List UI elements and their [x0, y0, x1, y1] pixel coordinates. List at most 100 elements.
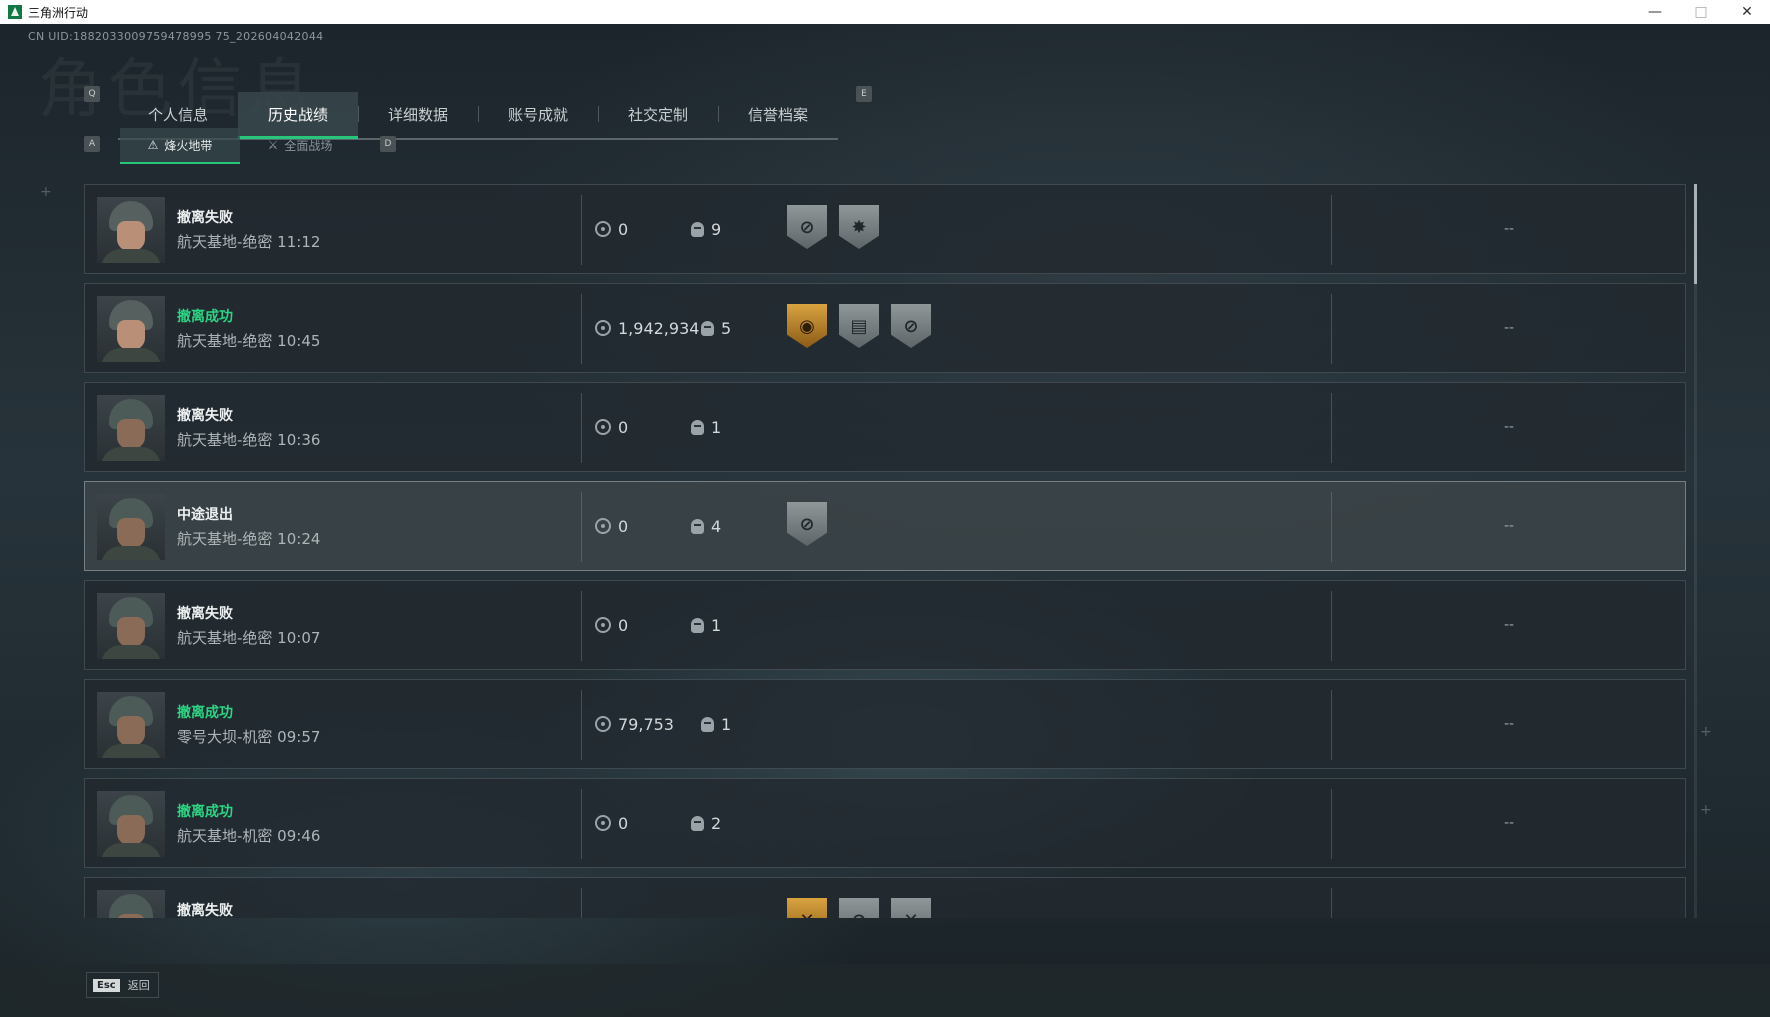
- crosshair-medal-icon[interactable]: ⊘: [787, 205, 827, 249]
- footer-bar: [0, 964, 1770, 1017]
- skull-icon: [691, 419, 704, 435]
- extracted-value: 0: [618, 615, 629, 635]
- operator-avatar: [97, 494, 165, 560]
- skull-icon: [701, 320, 714, 336]
- operator-avatar: [97, 791, 165, 857]
- minimize-button[interactable]: —: [1632, 0, 1678, 24]
- record-map-time: 航天基地-绝密 10:36: [177, 431, 321, 449]
- record-extra-value: --: [1503, 320, 1515, 336]
- prev-subtab-key[interactable]: A: [84, 136, 100, 152]
- card-medal-icon[interactable]: ▤: [839, 304, 879, 348]
- kill-count: 5: [721, 318, 732, 338]
- operator-avatar: [97, 296, 165, 362]
- skull-icon: [691, 518, 704, 534]
- mode-subtabs: ⚠ 烽火地带 ⚔ 全面战场: [120, 128, 360, 164]
- column-divider: [581, 294, 582, 364]
- match-record-row[interactable]: 撤离失败 航天基地-绝密 10:07 0 1 --: [84, 580, 1686, 670]
- kills-stat: 5: [701, 284, 731, 372]
- back-label: 返回: [127, 979, 150, 992]
- match-record-row[interactable]: 撤离失败 ✕ ⊘ ✕: [84, 877, 1686, 918]
- kill-count: 1: [711, 417, 722, 437]
- extracted-value: 0: [618, 516, 629, 536]
- skull-icon: [691, 815, 704, 831]
- record-status: 撤离失败: [177, 606, 233, 622]
- extracted-value-stat: 0: [595, 482, 628, 570]
- crosshair-medal-icon[interactable]: ⊘: [891, 304, 931, 348]
- record-status: 撤离失败: [177, 903, 233, 918]
- record-extra-value: --: [1503, 518, 1515, 534]
- medal-list: ◉ ▤ ⊘: [787, 304, 931, 348]
- prev-tab-key[interactable]: Q: [84, 86, 100, 102]
- coin-icon: [595, 815, 611, 831]
- maximize-button[interactable]: □: [1678, 0, 1724, 24]
- record-status: 撤离成功: [177, 705, 233, 721]
- kill-count: 9: [711, 219, 722, 239]
- operator-avatar: [97, 890, 165, 918]
- record-extra-value: --: [1503, 815, 1515, 831]
- coin-icon: [595, 419, 611, 435]
- column-divider: [581, 492, 582, 562]
- record-extra-value: --: [1503, 221, 1515, 237]
- record-status: 撤离成功: [177, 804, 233, 820]
- window-title: 三角洲行动: [28, 5, 89, 20]
- kills-stat: 4: [691, 482, 721, 570]
- record-map-time: 航天基地-绝密 10:24: [177, 530, 321, 548]
- esc-key-label: Esc: [93, 978, 120, 992]
- subtab-label: 全面战场: [284, 138, 333, 153]
- coin-icon: [595, 617, 611, 633]
- medal-list: ⊘ ✸: [787, 205, 879, 249]
- column-divider: [581, 393, 582, 463]
- kills-stat: 1: [691, 383, 721, 471]
- record-map-time: 航天基地-绝密 10:07: [177, 629, 321, 647]
- match-record-row[interactable]: 撤离成功 航天基地-机密 09:46 0 2 --: [84, 778, 1686, 868]
- list-scrollbar[interactable]: [1694, 184, 1697, 918]
- record-extra-value: --: [1503, 617, 1515, 633]
- back-button[interactable]: Esc 返回: [86, 972, 159, 998]
- match-record-row[interactable]: 中途退出航天基地-绝密 10:24 0 4 ⊘ --: [84, 481, 1686, 571]
- gold-coin-medal-icon[interactable]: ◉: [787, 304, 827, 348]
- column-divider: [581, 789, 582, 859]
- operator-avatar: [97, 197, 165, 263]
- kill-count: 4: [711, 516, 722, 536]
- extracted-value: 0: [618, 219, 629, 239]
- extracted-value-stat: 79,753: [595, 680, 674, 768]
- tab-achievements[interactable]: 账号成就: [478, 92, 598, 136]
- operations-mode-icon: ⚠: [147, 138, 159, 152]
- kills-stat: 2: [691, 779, 721, 867]
- coin-icon: [595, 518, 611, 534]
- hud-crosshair-icon: +: [40, 184, 52, 200]
- record-extra-value: --: [1503, 716, 1515, 732]
- wing-medal-icon[interactable]: ✕: [891, 898, 931, 918]
- record-status: 中途退出: [177, 507, 233, 523]
- record-status: 撤离成功: [177, 309, 233, 325]
- record-map-time: 航天基地-绝密 11:12: [177, 233, 321, 251]
- match-record-row[interactable]: 撤离成功 零号大坝-机密 09:57 79,753 1 --: [84, 679, 1686, 769]
- record-extra-value: --: [1503, 419, 1515, 435]
- column-divider: [581, 690, 582, 760]
- next-subtab-key[interactable]: D: [380, 136, 396, 152]
- match-record-row[interactable]: 撤离失败 航天基地-绝密 10:36 0 1 --: [84, 382, 1686, 472]
- skull-icon: [691, 221, 704, 237]
- scrollbar-thumb[interactable]: [1694, 184, 1697, 284]
- close-button[interactable]: ✕: [1724, 0, 1770, 24]
- subtab-operations[interactable]: ⚠ 烽火地带: [120, 128, 240, 164]
- crosshair-medal-icon[interactable]: ⊘: [839, 898, 879, 918]
- medal-list: ✕ ⊘ ✕: [787, 898, 931, 918]
- extracted-value: 0: [618, 417, 629, 437]
- match-record-row[interactable]: 撤离成功 航天基地-绝密 10:45 1,942,934 5 ◉ ▤ ⊘ --: [84, 283, 1686, 373]
- gold-wing-medal-icon[interactable]: ✕: [787, 898, 827, 918]
- match-record-row[interactable]: 撤离失败 航天基地-绝密 11:12 0 9 ⊘ ✸ --: [84, 184, 1686, 274]
- kill-count: 1: [721, 714, 732, 734]
- next-tab-key[interactable]: E: [856, 86, 872, 102]
- subtab-label: 烽火地带: [164, 138, 213, 153]
- explosion-medal-icon[interactable]: ✸: [839, 205, 879, 249]
- tab-detailed-data[interactable]: 详细数据: [358, 92, 478, 136]
- record-map-time: 航天基地-绝密 10:45: [177, 332, 321, 350]
- skull-icon: [701, 716, 714, 732]
- tab-credit-record[interactable]: 信誉档案: [718, 92, 838, 136]
- tab-social-custom[interactable]: 社交定制: [598, 92, 718, 136]
- coin-icon: [595, 320, 611, 336]
- crosshair-medal-icon[interactable]: ⊘: [787, 502, 827, 546]
- kills-stat: 9: [691, 185, 721, 273]
- subtab-warfare[interactable]: ⚔ 全面战场: [240, 128, 360, 162]
